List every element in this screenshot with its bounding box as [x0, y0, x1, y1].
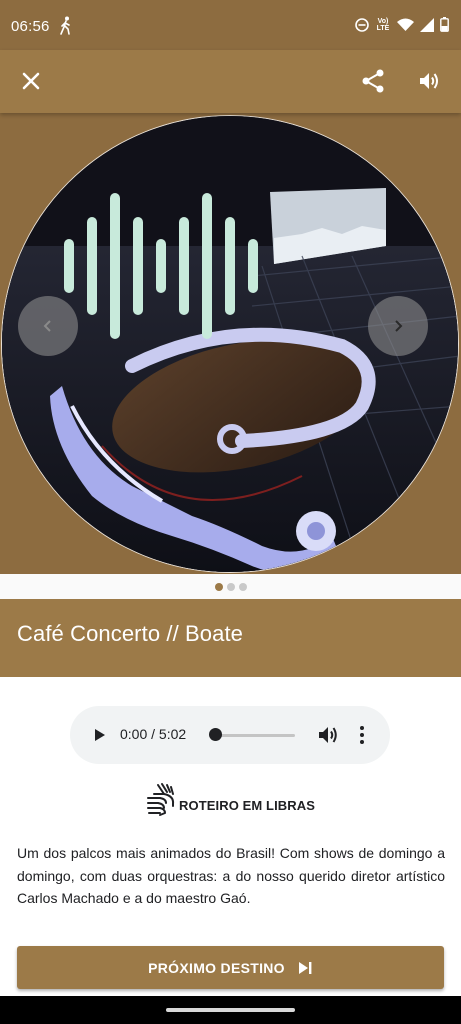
skip-next-icon — [298, 961, 312, 974]
audio-volume-icon[interactable] — [317, 724, 339, 746]
place-title: Café Concerto // Boate — [17, 621, 243, 646]
status-time: 06:56 — [11, 18, 50, 35]
place-description: Um dos palcos mais animados do Brasil! C… — [17, 845, 445, 906]
next-destination-label: PRÓXIMO DESTINO — [148, 959, 285, 976]
app-toolbar — [0, 50, 461, 113]
sound-button[interactable] — [413, 64, 447, 98]
carousel-dots — [0, 574, 461, 599]
sign-language-icon — [147, 783, 175, 816]
title-bar: Café Concerto // Boate — [0, 599, 461, 677]
carousel-dot[interactable] — [238, 582, 247, 591]
carousel-dot-active[interactable] — [214, 582, 223, 591]
libras-link[interactable]: ROTEIRO EM LIBRAS — [146, 778, 315, 818]
hero-section — [0, 113, 461, 574]
next-destination-button[interactable]: PRÓXIMO DESTINO — [17, 946, 444, 989]
dnd-icon — [355, 17, 369, 32]
status-icons: Vo) LTE — [355, 17, 449, 32]
audio-progress-track[interactable] — [215, 734, 295, 737]
volte-label: Vo) LTE — [376, 17, 390, 32]
close-button[interactable] — [14, 64, 48, 98]
previous-image-button[interactable] — [18, 296, 78, 356]
audio-player: 0:00 / 5:02 — [70, 706, 390, 764]
play-icon[interactable] — [90, 726, 108, 744]
audio-time: 0:00 / 5:02 — [120, 726, 187, 742]
carousel-dot[interactable] — [226, 582, 235, 591]
audio-progress-knob[interactable] — [208, 728, 222, 741]
battery-icon — [440, 17, 449, 32]
next-image-button[interactable] — [368, 296, 428, 356]
signal-icon — [420, 17, 434, 32]
wifi-icon — [397, 18, 414, 31]
chevron-right-icon — [395, 320, 403, 332]
sound-wave-icon — [64, 193, 258, 339]
more-vert-icon[interactable] — [356, 725, 368, 745]
walk-icon — [60, 16, 70, 35]
share-icon — [362, 69, 384, 93]
status-bar: 06:56 Vo) LTE — [0, 0, 461, 50]
close-icon — [22, 72, 40, 90]
libras-label: ROTEIRO EM LIBRAS — [179, 798, 316, 813]
home-indicator[interactable] — [166, 1008, 295, 1012]
share-button[interactable] — [356, 64, 390, 98]
chevron-left-icon — [43, 320, 51, 332]
screen: 06:56 Vo) LTE Café Concerto // Boate 0:0… — [0, 0, 461, 1024]
system-nav-bar — [0, 996, 461, 1024]
volume-icon — [420, 73, 438, 89]
